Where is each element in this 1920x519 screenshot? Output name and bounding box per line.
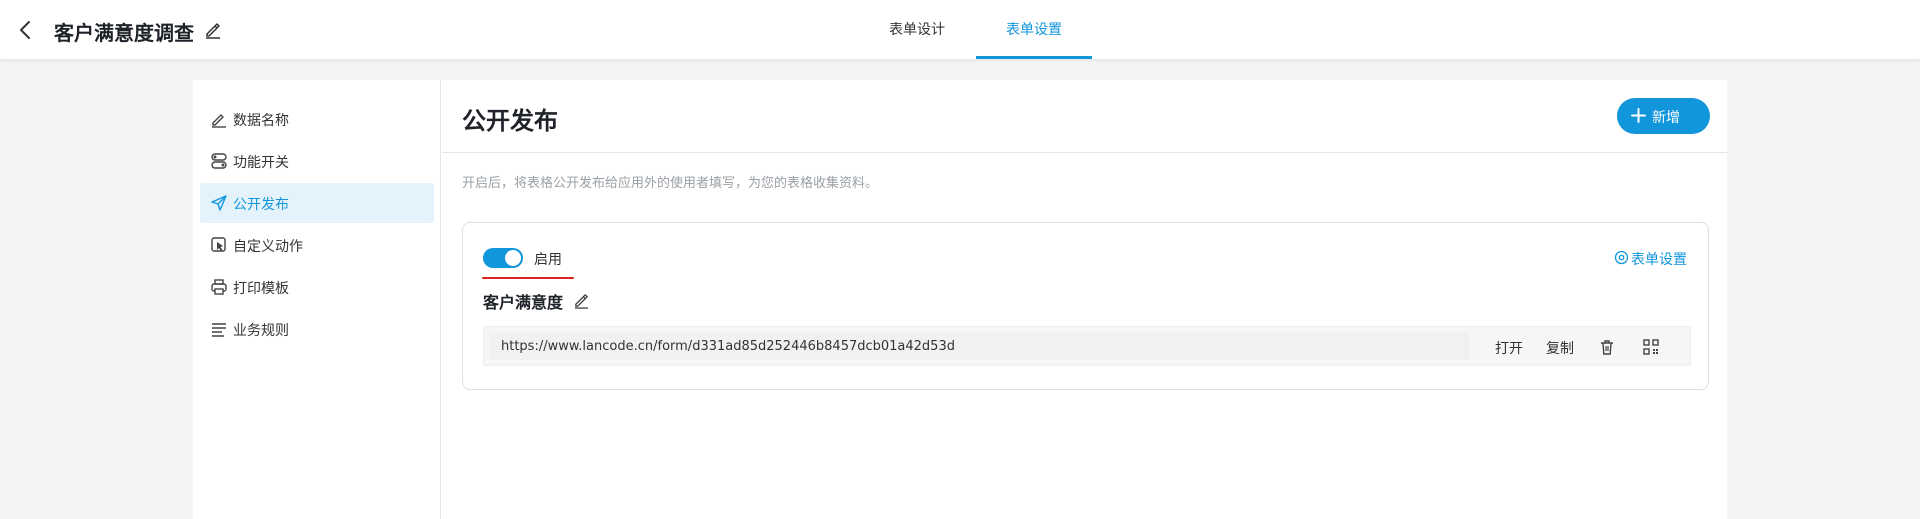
pencil-icon: [210, 110, 228, 128]
page-title: 客户满意度调查: [54, 21, 194, 45]
sidebar-item-label: 业务规则: [233, 323, 289, 339]
sidebar-item-label: 公开发布: [233, 197, 289, 213]
publish-card: 启用 表单设置 客户满意度 打开 复制: [462, 222, 1709, 390]
sidebar-item-public-publish[interactable]: 公开发布: [200, 183, 434, 223]
trash-icon[interactable]: [1598, 338, 1616, 356]
red-annotation-underline: [482, 277, 574, 279]
back-icon[interactable]: [16, 16, 38, 44]
switch-icon: [210, 152, 228, 170]
edit-form-name-icon[interactable]: [573, 292, 590, 309]
sidebar-item-label: 自定义动作: [233, 239, 303, 255]
lines-icon: [210, 320, 228, 338]
enable-toggle[interactable]: [483, 248, 523, 268]
toggle-label: 启用: [534, 252, 562, 268]
divider: [442, 152, 1727, 153]
tab-form-design[interactable]: 表单设计: [876, 0, 958, 60]
toggle-knob: [505, 250, 521, 266]
sidebar-item-label: 数据名称: [233, 113, 289, 129]
cursor-icon: [210, 236, 228, 254]
add-button[interactable]: 新增: [1617, 98, 1710, 134]
sidebar-item-label: 功能开关: [233, 155, 289, 171]
qr-code-icon[interactable]: [1642, 338, 1660, 356]
sidebar-item-data-name[interactable]: 数据名称: [200, 99, 434, 139]
form-settings-label: 表单设置: [1631, 252, 1687, 268]
sidebar-item-feature-switch[interactable]: 功能开关: [200, 141, 434, 181]
send-icon: [210, 194, 228, 212]
add-button-label: 新增: [1652, 110, 1680, 126]
main-content: 公开发布 新增 开启后，将表格公开发布给应用外的使用者填写，为您的表格收集资料。…: [442, 80, 1727, 519]
copy-button[interactable]: 复制: [1546, 338, 1574, 358]
settings-panel: 数据名称 功能开关 公开发布 自定义动作 打印模板 业务规则 公开发布 新增 开…: [193, 80, 1727, 519]
description-text: 开启后，将表格公开发布给应用外的使用者填写，为您的表格收集资料。: [462, 176, 879, 191]
url-row: 打开 复制: [483, 326, 1691, 366]
plus-icon: [1631, 108, 1646, 123]
section-title: 公开发布: [462, 107, 558, 135]
printer-icon: [210, 278, 228, 296]
form-name: 客户满意度: [483, 293, 564, 312]
tab-form-settings[interactable]: 表单设置: [976, 0, 1092, 60]
open-button[interactable]: 打开: [1495, 338, 1523, 358]
active-tab-indicator: [976, 56, 1092, 59]
sidebar-item-custom-action[interactable]: 自定义动作: [200, 225, 434, 265]
settings-sidebar: 数据名称 功能开关 公开发布 自定义动作 打印模板 业务规则: [193, 80, 441, 519]
url-field[interactable]: [489, 332, 1469, 360]
sidebar-item-label: 打印模板: [233, 281, 289, 297]
settings-icon: [1614, 250, 1629, 265]
sidebar-item-business-rules[interactable]: 业务规则: [200, 309, 434, 349]
top-header: 客户满意度调查 表单设计 表单设置: [0, 0, 1920, 60]
edit-title-icon[interactable]: [204, 21, 222, 39]
sidebar-item-print-template[interactable]: 打印模板: [200, 267, 434, 307]
